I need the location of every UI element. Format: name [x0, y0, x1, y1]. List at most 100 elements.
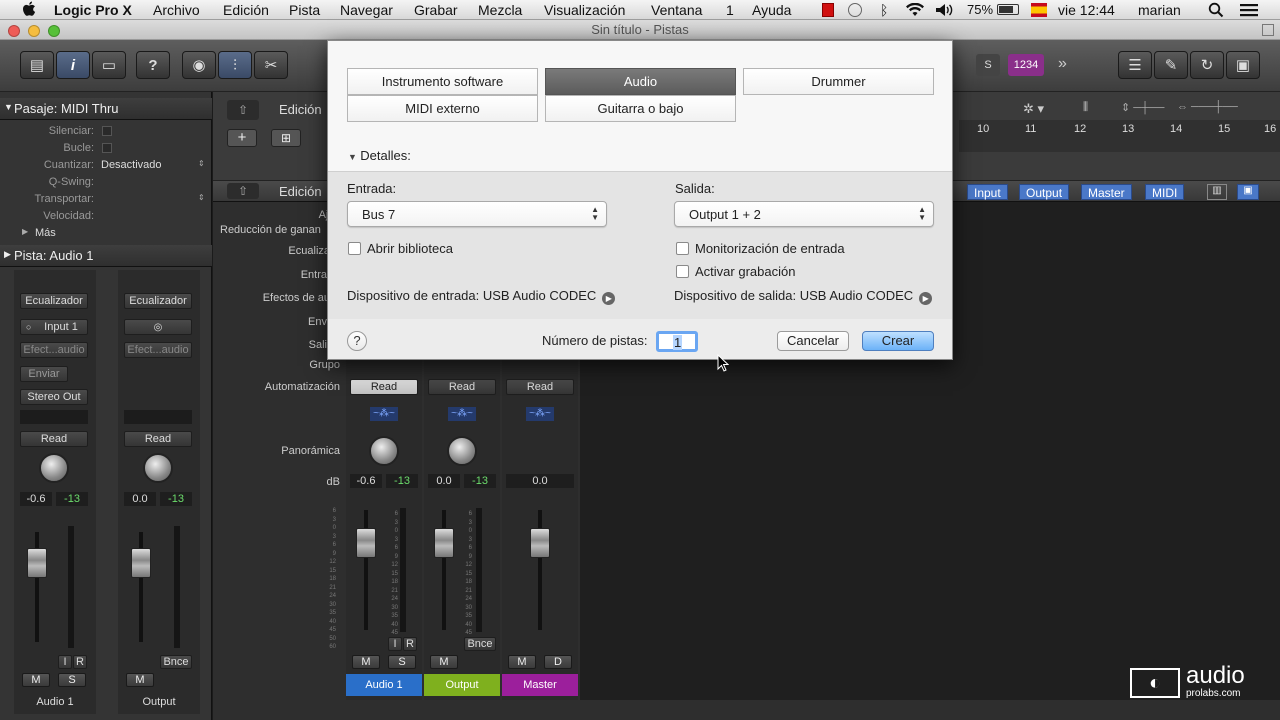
notepad-button[interactable]: ✎ [1154, 51, 1188, 79]
automation-mode[interactable]: Read [20, 431, 88, 447]
volume-value[interactable]: -0.6 [20, 492, 52, 506]
input-monitor-button[interactable]: I [388, 637, 402, 651]
mute-button[interactable]: M [126, 673, 154, 687]
input-button[interactable]: ○ Input 1 [20, 319, 88, 335]
mute-checkbox[interactable] [102, 126, 112, 136]
type-drummer[interactable]: Drummer [743, 68, 934, 95]
menu-archivo[interactable]: Archivo [153, 2, 200, 18]
volume-fader[interactable] [131, 548, 151, 578]
menu-visualizacion[interactable]: Visualización [544, 2, 625, 18]
menu-grabar[interactable]: Grabar [414, 2, 458, 18]
peak-value[interactable]: -13 [386, 474, 418, 488]
menu-1[interactable]: 1 [726, 2, 734, 18]
details-disclosure[interactable]: ▼ Detalles: [348, 148, 411, 163]
loop-checkbox[interactable] [102, 143, 112, 153]
volume-value[interactable]: 0.0 [506, 474, 574, 488]
menu-ventana[interactable]: Ventana [651, 2, 702, 18]
solo-button[interactable]: S [976, 54, 1000, 76]
solo-button[interactable]: S [58, 673, 86, 687]
loop-browser-button[interactable]: ↻ [1190, 51, 1224, 79]
help-button[interactable]: ? [347, 331, 367, 351]
automation-mode[interactable]: Read [124, 431, 192, 447]
tab-output[interactable]: Output [1019, 184, 1070, 200]
pan-knob[interactable] [39, 453, 69, 483]
audio-fx-slot[interactable]: Efect...audio [20, 342, 88, 358]
browsers-button[interactable]: ▣ [1226, 51, 1260, 79]
track-header[interactable]: ▶ Pista: Audio 1 [0, 245, 212, 267]
count-in-lcd[interactable]: 1234 [1008, 54, 1044, 76]
volume-fader[interactable] [27, 548, 47, 578]
cancel-button[interactable]: Cancelar [777, 331, 849, 351]
type-external-midi[interactable]: MIDI externo [347, 95, 538, 122]
add-track-button[interactable]: + [227, 129, 257, 147]
create-button[interactable]: Crear [862, 331, 934, 351]
record-enable-button[interactable]: R [403, 637, 417, 651]
peak-value[interactable]: -13 [464, 474, 496, 488]
pan-knob[interactable] [447, 436, 477, 466]
audio-fx-slot[interactable]: Efect...audio [124, 342, 192, 358]
go-arrow-icon[interactable]: ▶ [602, 292, 616, 305]
type-guitar-bass[interactable]: Guitarra o bajo [545, 95, 736, 122]
gear-icon[interactable]: ✲ ▾ [1023, 101, 1059, 117]
mixer-edit-menu[interactable]: Edición [279, 184, 322, 199]
group-slot[interactable] [124, 410, 192, 424]
tab-input[interactable]: Input [967, 184, 1008, 200]
battery-icon[interactable] [997, 4, 1019, 15]
type-software-instrument[interactable]: Instrumento software [347, 68, 538, 95]
ruler[interactable] [959, 120, 1280, 152]
mixer-button[interactable]: ⫶ [218, 51, 252, 79]
group-slot[interactable] [20, 410, 88, 424]
record-status-icon[interactable] [822, 3, 834, 17]
disclosure-closed-icon[interactable]: ▶ [22, 227, 28, 236]
bounce-button[interactable]: Bnce [160, 655, 192, 669]
inspector-button[interactable]: i [56, 51, 90, 79]
eq-button[interactable]: Ecualizador [124, 293, 192, 309]
quantize-value[interactable]: Desactivado [101, 159, 162, 171]
mute-button[interactable]: M [430, 655, 458, 669]
stereo-link-button[interactable]: ◎ [124, 319, 192, 335]
volume-icon[interactable] [935, 3, 955, 17]
automation-mode[interactable]: Read [506, 379, 574, 395]
tab-midi[interactable]: MIDI [1145, 184, 1185, 200]
record-enable-button[interactable]: R [73, 655, 87, 669]
app-menu[interactable]: Logic Pro X [54, 2, 132, 18]
more-label[interactable]: Más [35, 227, 56, 239]
peak-value[interactable]: -13 [160, 492, 192, 506]
clock[interactable]: vie 12:44 [1058, 2, 1115, 18]
up-arrow-icon[interactable]: ⇧ [227, 183, 259, 199]
time-machine-icon[interactable] [848, 3, 862, 17]
smart-controls-button[interactable]: ◉ [182, 51, 216, 79]
tab-master[interactable]: Master [1081, 184, 1132, 200]
list-editors-button[interactable]: ☰ [1118, 51, 1152, 79]
wide-strips-icon[interactable]: ▣ [1237, 184, 1259, 200]
bluetooth-icon[interactable]: ᛒ [880, 2, 888, 18]
fullscreen-icon[interactable] [1262, 24, 1274, 36]
mute-button[interactable]: M [22, 673, 50, 687]
stepper-icon[interactable]: ⇕ [198, 159, 205, 168]
global-tracks-button[interactable]: ⊞ [271, 129, 301, 147]
mute-button[interactable]: M [508, 655, 536, 669]
waveform-zoom-icon[interactable]: ⫼ [1083, 101, 1113, 117]
menu-navegar[interactable]: Navegar [340, 2, 393, 18]
vertical-zoom-slider[interactable]: ⇕ ─┼── [1121, 101, 1171, 117]
record-enable-checkbox[interactable] [676, 265, 689, 278]
go-arrow-icon[interactable]: ▶ [919, 292, 933, 305]
spanish-flag-icon[interactable] [1031, 3, 1047, 17]
strip-name[interactable]: Master [502, 674, 578, 696]
volume-fader[interactable] [434, 528, 454, 558]
output-popup[interactable]: Output 1 + 2 ▲ ▼ [674, 201, 934, 227]
volume-value[interactable]: 0.0 [124, 492, 156, 506]
automation-mode[interactable]: Read [350, 379, 418, 395]
input-monitor-button[interactable]: I [58, 655, 72, 669]
spotlight-icon[interactable] [1208, 2, 1224, 18]
track-count-input[interactable]: 1 [656, 331, 698, 352]
menu-mezcla[interactable]: Mezcla [478, 2, 522, 18]
bounce-button[interactable]: Bnce [464, 637, 496, 651]
menu-pista[interactable]: Pista [289, 2, 320, 18]
edit-menu[interactable]: Edición [279, 102, 322, 117]
volume-fader[interactable] [356, 528, 376, 558]
narrow-strips-icon[interactable]: ▥ [1207, 184, 1227, 200]
horizontal-zoom-slider[interactable]: ⇔ ───┼── [1177, 101, 1267, 117]
menu-ayuda[interactable]: Ayuda [752, 2, 791, 18]
dim-button[interactable]: D [544, 655, 572, 669]
